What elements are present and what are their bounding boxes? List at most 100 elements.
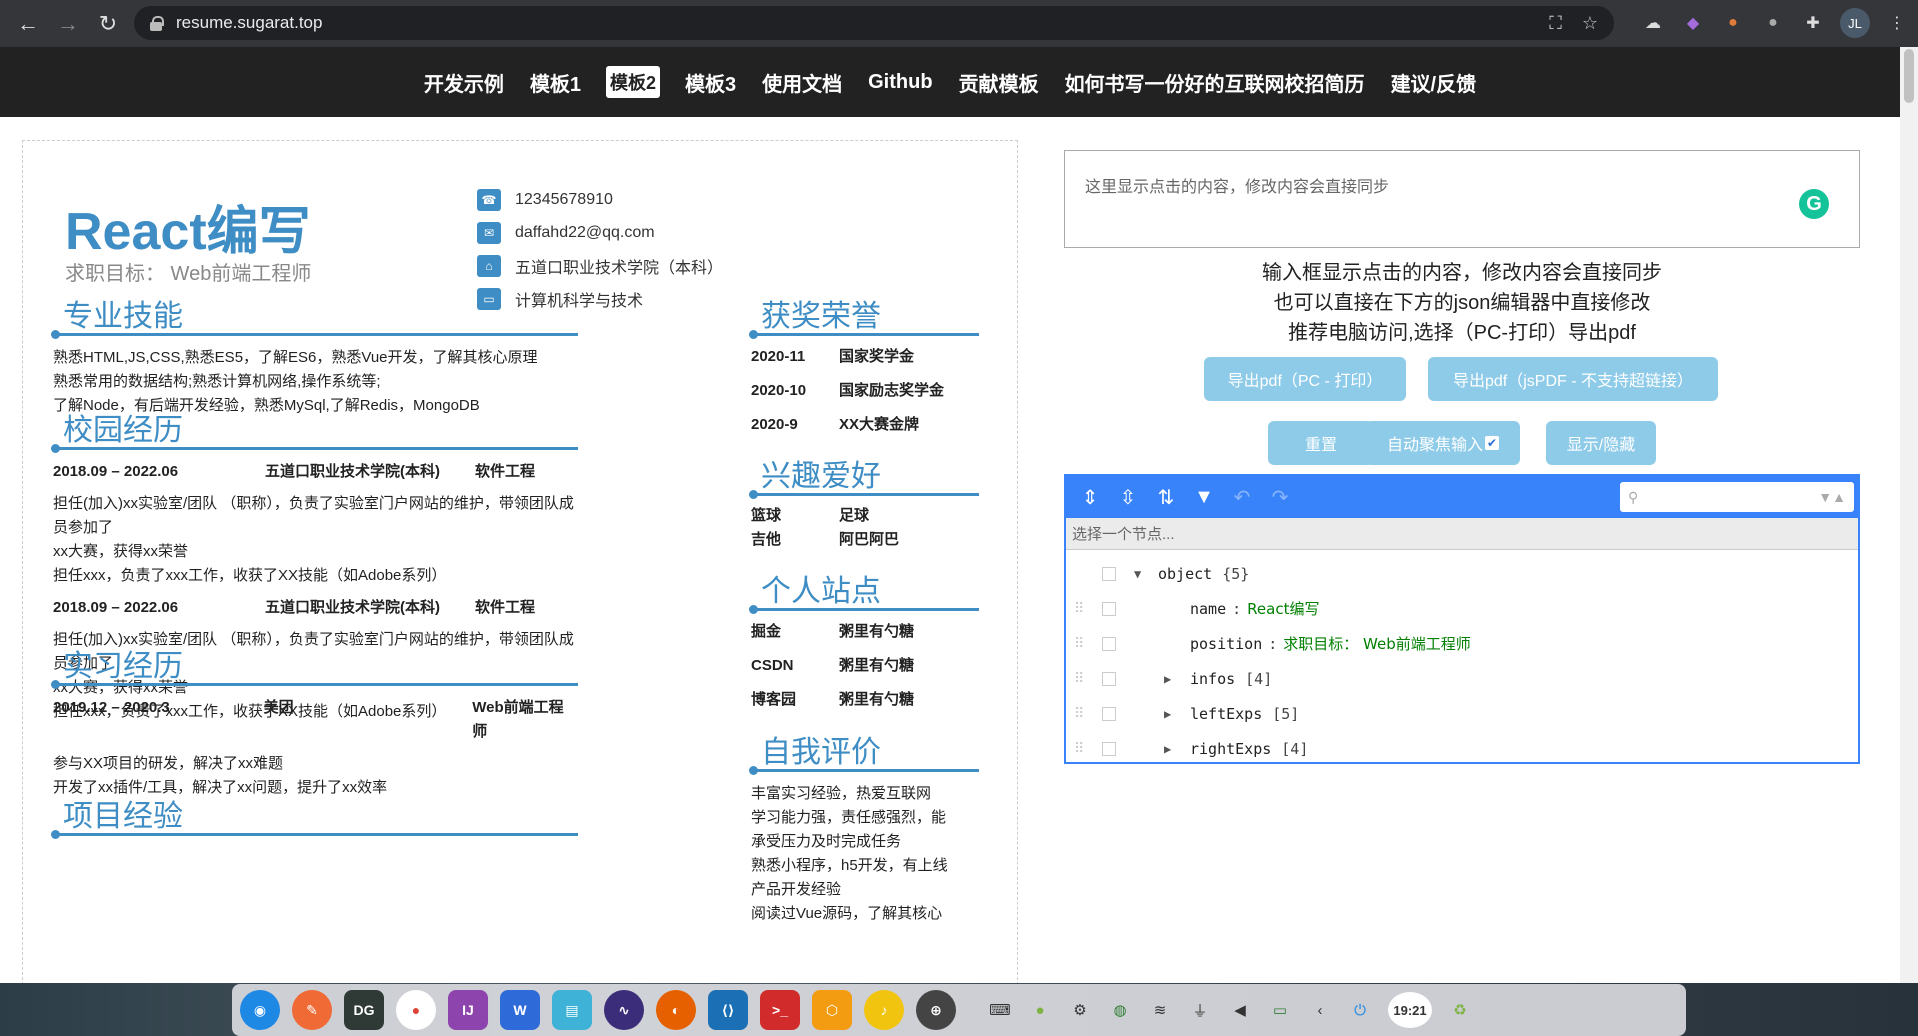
award-item[interactable]: 2020-11 国家奖学金 xyxy=(751,340,979,374)
cloud-extension-icon[interactable]: ☁ xyxy=(1640,10,1666,36)
tree-row-root[interactable]: ▼ object {5} xyxy=(1066,556,1858,591)
section-title[interactable]: 实习经历 xyxy=(53,641,578,683)
terminal-icon[interactable]: >_ xyxy=(760,990,800,1030)
drag-handle-icon[interactable]: ⠿ xyxy=(1074,671,1084,687)
forward-icon[interactable]: → xyxy=(48,4,88,44)
reset-button[interactable]: 重置 xyxy=(1268,421,1374,465)
node-key[interactable]: rightExps xyxy=(1190,740,1271,758)
fox-extension-icon[interactable]: ● xyxy=(1720,10,1746,36)
launcher-icon[interactable]: ◉ xyxy=(240,990,280,1030)
music-icon[interactable]: ♪ xyxy=(864,990,904,1030)
nav-template-3[interactable]: 模板3 xyxy=(672,68,749,97)
node-key[interactable]: leftExps xyxy=(1190,705,1262,723)
drag-handle-icon[interactable]: ⠿ xyxy=(1074,741,1084,757)
system-monitor-icon[interactable]: ∿ xyxy=(604,990,644,1030)
node-value[interactable]: React编写 xyxy=(1247,598,1319,619)
nav-contribute[interactable]: 贡献模板 xyxy=(946,68,1052,97)
grammarly-icon[interactable]: G xyxy=(1799,189,1829,219)
expand-triangle-icon[interactable]: ▶ xyxy=(1164,707,1171,721)
exp-header[interactable]: 2019.12 – 2020.3 美团 Web前端工程师 xyxy=(53,696,578,744)
collapse-triangle-icon[interactable]: ▼ xyxy=(1134,567,1141,581)
browser-app-icon[interactable]: ✎ xyxy=(292,990,332,1030)
content-edit-textarea[interactable]: 这里显示点击的内容，修改内容会直接同步 G xyxy=(1064,150,1860,248)
section-title[interactable]: 个人站点 xyxy=(751,566,979,608)
menu-icon[interactable]: ⋮ xyxy=(1884,10,1910,36)
node-key[interactable]: name xyxy=(1190,600,1226,618)
section-title[interactable]: 专业技能 xyxy=(53,291,578,333)
clock[interactable]: 19:21 xyxy=(1388,992,1432,1028)
section-title[interactable]: 获奖荣誉 xyxy=(751,291,979,333)
tree-row[interactable]: ⠿ ▶ leftExps [5] xyxy=(1066,696,1858,731)
show-hide-button[interactable]: 显示/隐藏 xyxy=(1546,421,1656,465)
tree-row[interactable]: ⠿ ▶ infos [4] xyxy=(1066,661,1858,696)
nav-feedback[interactable]: 建议/反馈 xyxy=(1378,68,1490,97)
drag-handle-icon[interactable]: ⠿ xyxy=(1074,706,1084,722)
datagrip-icon[interactable]: DG xyxy=(344,990,384,1030)
section-title[interactable]: 校园经历 xyxy=(53,405,578,447)
resume-name[interactable]: React编写 xyxy=(65,189,311,264)
filter-icon[interactable]: ▼ xyxy=(1190,483,1218,511)
profile-avatar[interactable]: JL xyxy=(1840,8,1870,38)
json-search-input[interactable]: ⚲ ▼▲ xyxy=(1620,482,1854,512)
redo-icon[interactable]: ↷ xyxy=(1266,483,1294,511)
node-key[interactable]: position xyxy=(1190,635,1262,653)
reload-icon[interactable]: ↻ xyxy=(88,4,128,44)
site-item[interactable]: 博客园 粥里有勺糖 xyxy=(751,683,979,717)
back-icon[interactable]: ← xyxy=(8,4,48,44)
context-menu-icon[interactable] xyxy=(1102,706,1116,721)
circle-extension-icon[interactable]: ● xyxy=(1760,10,1786,36)
context-menu-icon[interactable] xyxy=(1102,741,1116,756)
wechat-icon[interactable]: ◍ xyxy=(1108,998,1132,1022)
contact-phone[interactable]: ☎ 12345678910 xyxy=(477,183,723,216)
nav-github[interactable]: Github xyxy=(855,71,945,94)
drag-handle-icon[interactable]: ⠿ xyxy=(1074,601,1084,617)
json-navbar[interactable]: 选择一个节点... xyxy=(1066,518,1858,550)
export-pdf-jspdf-button[interactable]: 导出pdf（jsPDF - 不支持超链接） xyxy=(1428,357,1718,401)
award-item[interactable]: 2020-9 XX大赛金牌 xyxy=(751,408,979,442)
trash-icon[interactable]: ♻ xyxy=(1448,998,1472,1022)
autofocus-toggle[interactable]: 自动聚焦输入 ✔ xyxy=(1366,421,1520,465)
checkbox-checked-icon[interactable]: ✔ xyxy=(1485,436,1499,450)
resume-objective[interactable]: 求职目标： Web前端工程师 xyxy=(65,257,311,286)
context-menu-icon[interactable] xyxy=(1102,566,1116,581)
keyboard-icon[interactable]: ⌨ xyxy=(988,998,1012,1022)
drag-handle-icon[interactable]: ⠿ xyxy=(1074,636,1084,652)
expand-triangle-icon[interactable]: ▶ xyxy=(1164,672,1171,686)
contact-email[interactable]: ✉ daffahd22@qq.com xyxy=(477,216,723,249)
export-pdf-print-button[interactable]: 导出pdf（PC - 打印） xyxy=(1204,357,1406,401)
search-nav-arrows-icon[interactable]: ▼▲ xyxy=(1818,489,1846,505)
power-icon[interactable]: ⏻ xyxy=(1348,998,1372,1022)
purple-extension-icon[interactable]: ◆ xyxy=(1680,10,1706,36)
node-key[interactable]: infos xyxy=(1190,670,1235,688)
wifi-icon[interactable]: ≋ xyxy=(1148,998,1172,1022)
section-title[interactable]: 自我评价 xyxy=(751,727,979,769)
contact-school[interactable]: ⌂ 五道口职业技术学院（本科） xyxy=(477,249,723,282)
collapse-tray-icon[interactable]: ‹ xyxy=(1308,998,1332,1022)
exp-header[interactable]: 2018.09 – 2022.06 五道口职业技术学院(本科) 软件工程 xyxy=(53,596,578,620)
translate-icon[interactable]: ⛶ xyxy=(1549,13,1562,34)
undo-icon[interactable]: ↶ xyxy=(1228,483,1256,511)
scroll-thumb[interactable] xyxy=(1904,49,1914,103)
vscode-icon[interactable]: ⟨⟩ xyxy=(708,990,748,1030)
tree-row[interactable]: ⠿ position : 求职目标： Web前端工程师 xyxy=(1066,626,1858,661)
usb-icon[interactable]: ⏚ xyxy=(1188,998,1212,1022)
archive-icon[interactable]: ▤ xyxy=(552,990,592,1030)
context-menu-icon[interactable] xyxy=(1102,671,1116,686)
firefox-icon[interactable]: ◐ xyxy=(656,990,696,1030)
nav-dev-example[interactable]: 开发示例 xyxy=(411,68,517,97)
volume-icon[interactable]: ◀ xyxy=(1228,998,1252,1022)
nav-docs[interactable]: 使用文档 xyxy=(749,68,855,97)
wps-icon[interactable]: W xyxy=(500,990,540,1030)
hobby-row[interactable]: 吉他 阿巴阿巴 xyxy=(751,528,979,552)
expand-triangle-icon[interactable]: ▶ xyxy=(1164,742,1171,756)
site-item[interactable]: CSDN 粥里有勺糖 xyxy=(751,649,979,683)
battery-icon[interactable]: ▭ xyxy=(1268,998,1292,1022)
app-icon[interactable]: ⊕ xyxy=(916,990,956,1030)
nav-template-1[interactable]: 模板1 xyxy=(517,68,594,97)
context-menu-icon[interactable] xyxy=(1102,636,1116,651)
node-value[interactable]: 求职目标： Web前端工程师 xyxy=(1283,633,1470,654)
green-app-icon[interactable]: ● xyxy=(1028,998,1052,1022)
tree-row[interactable]: ⠿ name : React编写 xyxy=(1066,591,1858,626)
star-icon[interactable]: ☆ xyxy=(1582,13,1598,34)
sort-icon[interactable]: ⇅ xyxy=(1152,483,1180,511)
